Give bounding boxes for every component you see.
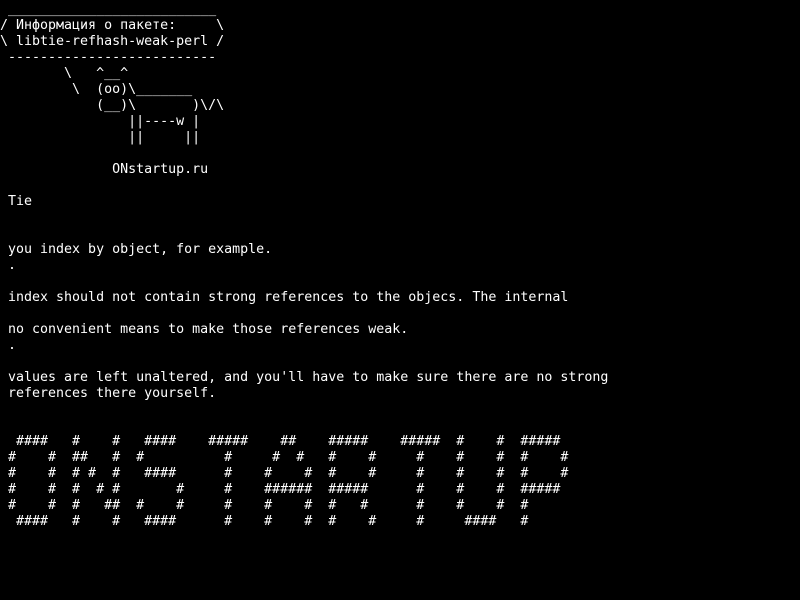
banner-row: #### # # #### ##### ## ##### ##### # # #… [0,434,561,449]
description-dot: . [0,338,17,353]
speech-bubble-package-name: \ libtie-refhash-weak-perl / [0,34,225,49]
cow-ascii-line-1: \ ^__^ [0,66,129,81]
description-line: references there yourself. [0,386,217,401]
banner-row: # # # # # # # ###### ##### # # # ##### [0,482,561,497]
description-line: you index by object, for example. [0,242,273,257]
description-title: Tie [0,194,33,209]
description-line: no convenient means to make those refere… [0,322,409,337]
cow-ascii-line-3: (__)\ )\/\ [0,98,225,113]
banner-row: # # # ## # # # # # # # # # # # [0,498,529,513]
banner-row: # # # # # #### # # # # # # # # # # [0,466,569,481]
banner-row: #### # # #### # # # # # # #### # [0,514,529,529]
banner-row: # # ## # # # # # # # # # # # # [0,450,569,465]
site-name: ONstartup.ru [0,162,209,177]
cow-ascii-line-4: ||----w | [0,114,201,129]
package-description: Tie you index by object, for example. . … [0,194,800,402]
description-line: values are left unaltered, and you'll ha… [0,370,609,385]
cowsay-block: __________________________ / Информация … [0,2,800,178]
speech-bubble-top: __________________________ [0,2,217,17]
ascii-banner: #### # # #### ##### ## ##### ##### # # #… [0,434,800,530]
cow-ascii-line-5: || || [0,130,201,145]
description-dot: . [0,258,17,273]
speech-bubble-title: / Информация о пакете: \ [0,18,225,33]
speech-bubble-bottom: -------------------------- [0,50,217,65]
cow-ascii-line-2: \ (oo)\_______ [0,82,193,97]
description-line: index should not contain strong referenc… [0,290,569,305]
terminal-screen[interactable]: __________________________ / Информация … [0,0,800,600]
